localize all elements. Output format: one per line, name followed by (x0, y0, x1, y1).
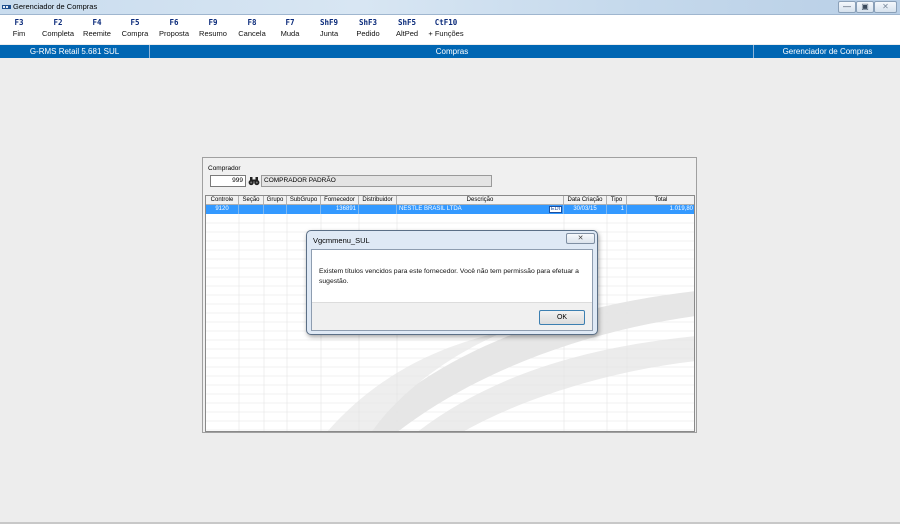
status-bar: G-RMS Retail 5.681 SUL Compras Gerenciad… (0, 45, 900, 58)
fkey-code: ShF5 (397, 18, 417, 27)
fkey-completa[interactable]: F2 Completa (40, 17, 76, 40)
fkey-proposta[interactable]: F6 Proposta (156, 17, 192, 40)
dialog-body: Existem títulos vencidos para este forne… (311, 249, 593, 331)
fkey-muda[interactable]: F7 Muda (276, 17, 304, 40)
window-title: Gerenciador de Compras (13, 2, 98, 11)
fkey-label: AltPed (395, 29, 419, 38)
close-button[interactable]: ✕ (874, 1, 897, 13)
fkey-label: Muda (280, 29, 300, 38)
fkey-code: ShF9 (319, 18, 339, 27)
table-row[interactable]: 9120 136891 NESTLE BRASIL LTDA EDI 30/03… (206, 205, 694, 214)
cell-total: 1.019,80 (627, 205, 694, 214)
cell-tipo: 1 (607, 205, 627, 214)
version-label: G-RMS Retail 5.681 SUL (0, 45, 150, 58)
grid-header: Controle Seção Grupo SubGrupo Fornecedor… (206, 196, 694, 205)
fkey-resumo[interactable]: F9 Resumo (196, 17, 230, 40)
edi-badge: EDI (549, 206, 562, 213)
fkey-code: F9 (208, 18, 218, 27)
fkey-label: Junta (319, 29, 339, 38)
column-header[interactable]: Total (627, 196, 694, 205)
column-header[interactable]: Fornecedor (321, 196, 359, 205)
fkey-code: F3 (14, 18, 24, 27)
cell-data-criacao: 30/03/15 (564, 205, 607, 214)
minimize-button[interactable]: — (838, 1, 856, 13)
maximize-button[interactable]: ▣ (856, 1, 874, 13)
fkey-code: F8 (247, 18, 257, 27)
dialog-footer: OK (312, 302, 592, 330)
fkey-code: CtF10 (434, 18, 458, 27)
cell-grupo (264, 205, 287, 214)
module-label: Compras (151, 45, 754, 58)
fkey-label: Proposta (158, 29, 190, 38)
fkey-label: Resumo (199, 29, 227, 38)
dialog-title: Vgcmmenu_SUL (313, 236, 370, 245)
fkey-code: ShF3 (358, 18, 378, 27)
fkey-label: + Funções (428, 29, 464, 38)
function-key-toolbar: F3 Fim F2 Completa F4 Reemite F5 Compra … (0, 15, 900, 44)
dialog-message: Existem títulos vencidos para este forne… (319, 268, 579, 285)
column-header[interactable]: Descrição (397, 196, 564, 205)
cell-secao (239, 205, 264, 214)
fkey-pedido[interactable]: ShF3 Pedido (353, 17, 383, 40)
column-header[interactable]: SubGrupo (287, 196, 321, 205)
fkey-label: Compra (121, 29, 149, 38)
column-header[interactable]: Controle (206, 196, 239, 205)
fkey-label: Completa (41, 29, 75, 38)
comprador-label: Comprador (208, 165, 241, 172)
message-dialog: Vgcmmenu_SUL ✕ Existem títulos vencidos … (306, 230, 598, 335)
column-header[interactable]: Seção (239, 196, 264, 205)
fkey-junta[interactable]: ShF9 Junta (314, 17, 344, 40)
column-header[interactable]: Tipo (607, 196, 627, 205)
fkey-fim[interactable]: F3 Fim (6, 17, 32, 40)
column-header[interactable]: Data Criação (564, 196, 607, 205)
cell-fornecedor: 136891 (321, 205, 359, 214)
ok-button[interactable]: OK (539, 310, 585, 325)
column-header[interactable]: Grupo (264, 196, 287, 205)
cell-controle: 9120 (206, 205, 239, 214)
fkey-code: F5 (130, 18, 140, 27)
fkey-code: F4 (92, 18, 102, 27)
comprador-name-field: COMPRADOR PADRÃO (261, 175, 492, 187)
app-icon (2, 5, 11, 9)
fkey-altped[interactable]: ShF5 AltPed (392, 17, 422, 40)
descricao-text: NESTLE BRASIL LTDA (399, 206, 462, 212)
fkey-code: F2 (53, 18, 63, 27)
fkey-label: Reemite (83, 29, 111, 38)
fkey-reemite[interactable]: F4 Reemite (80, 17, 114, 40)
fkey-label: Cancela (238, 29, 266, 38)
cell-distribuidor (359, 205, 397, 214)
comprador-code-input[interactable]: 999 (210, 175, 246, 187)
fkey-cancela[interactable]: F8 Cancela (235, 17, 269, 40)
fkey-compra[interactable]: F5 Compra (118, 17, 152, 40)
cell-subgrupo (287, 205, 321, 214)
cell-descricao: NESTLE BRASIL LTDA EDI (397, 205, 564, 214)
dialog-close-button[interactable]: ✕ (566, 233, 595, 244)
binoculars-icon[interactable] (248, 175, 260, 187)
fkey-mais-funcoes[interactable]: CtF10 + Funções (427, 17, 465, 40)
fkey-label: Pedido (356, 29, 380, 38)
fkey-code: F7 (285, 18, 295, 27)
fkey-code: F6 (169, 18, 179, 27)
screen-label: Gerenciador de Compras (782, 47, 873, 56)
title-bar: Gerenciador de Compras — ▣ ✕ (0, 0, 900, 15)
fkey-label: Fim (12, 29, 26, 38)
column-header[interactable]: Distribuidor (359, 196, 397, 205)
